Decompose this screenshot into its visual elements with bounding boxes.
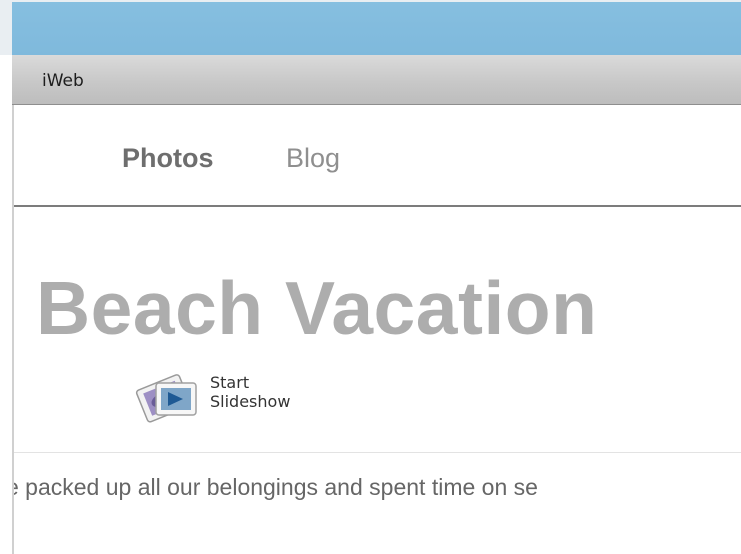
start-slideshow-line2: Slideshow [210, 392, 291, 411]
start-slideshow-line1: Start [210, 373, 250, 392]
menu-bar: iWeb [12, 55, 741, 105]
window-background [0, 0, 741, 55]
start-slideshow-label: Start Slideshow [210, 373, 290, 411]
content-divider [14, 452, 741, 453]
nav-item-photos[interactable]: Photos [122, 143, 214, 174]
site-navigation: Photos Blog [14, 105, 741, 207]
page-title: Beach Vacation [36, 266, 598, 350]
slideshow-icon [135, 374, 197, 423]
page-description: e packed up all our belongings and spent… [14, 474, 538, 500]
web-page: Photos Blog Beach Vacation Start Slidesh… [12, 105, 741, 554]
app-name-label: iWeb [42, 71, 84, 91]
start-slideshow-button[interactable]: Start Slideshow [134, 365, 344, 429]
nav-item-blog[interactable]: Blog [286, 143, 340, 174]
